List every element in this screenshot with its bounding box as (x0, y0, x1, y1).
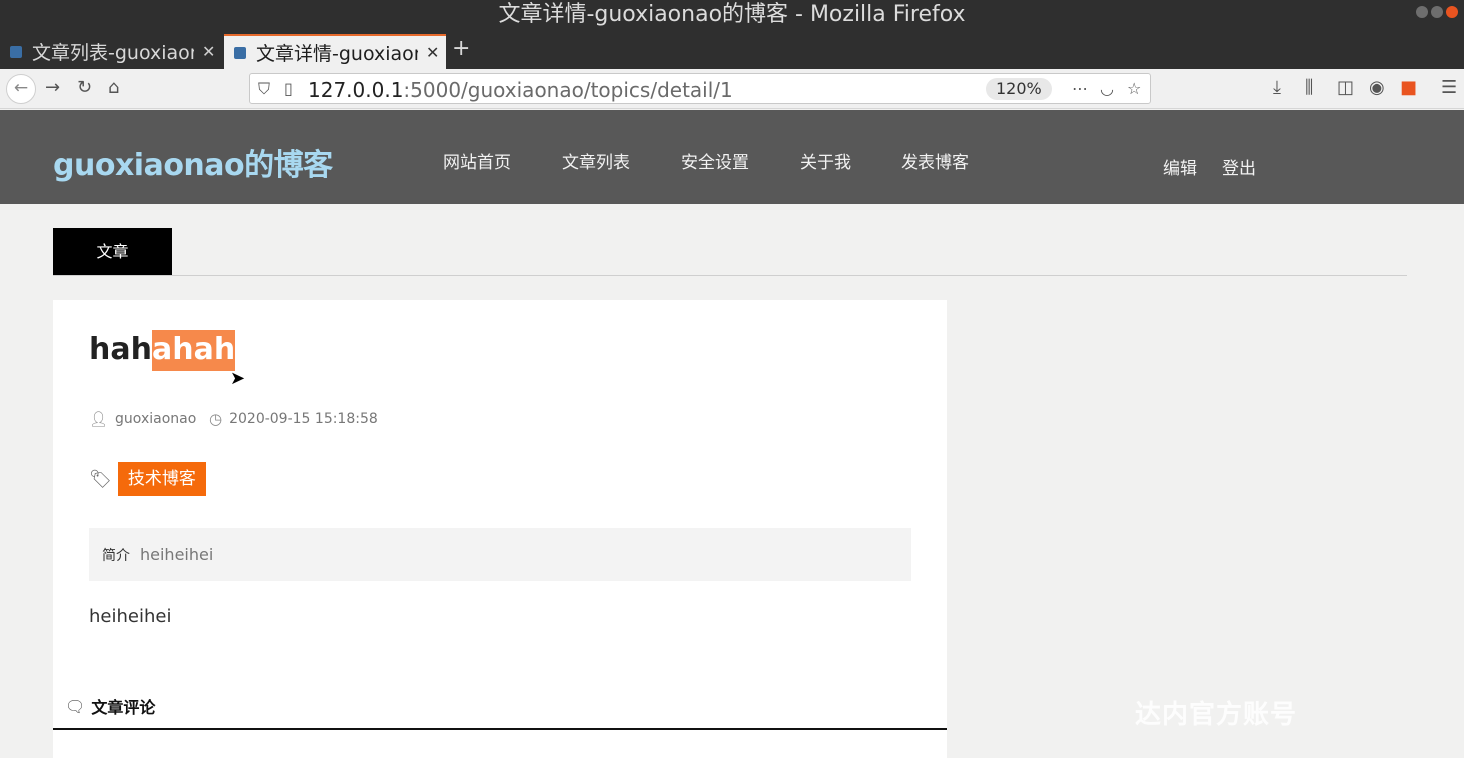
bookmark-star-icon[interactable]: ☆ (1127, 79, 1141, 98)
extension-icon[interactable]: ■ (1400, 77, 1417, 98)
window-titlebar: 文章详情-guoxiaonao的博客 - Mozilla Firefox (0, 0, 1464, 32)
account-icon[interactable]: ◉ (1369, 77, 1385, 98)
home-icon[interactable]: ⌂ (108, 77, 119, 98)
library-icon[interactable]: ⫼ (1305, 77, 1313, 98)
comments-divider (53, 728, 947, 730)
tab-article-detail[interactable]: 文章详情-guoxiaonao ✕ (224, 34, 446, 69)
article-datetime: ◷ 2020-09-15 15:18:58 (209, 410, 378, 428)
video-watermark: 达内官方账号 (1135, 700, 1298, 730)
datetime-text: 2020-09-15 15:18:58 (229, 411, 378, 427)
menu-icon[interactable]: ☰ (1441, 77, 1457, 98)
close-tab-icon[interactable]: ✕ (426, 43, 439, 62)
nav-security[interactable]: 安全设置 (681, 148, 749, 173)
sidebar-icon[interactable]: ◫ (1337, 77, 1354, 98)
section-divider (53, 275, 1407, 276)
window-controls (1416, 6, 1458, 18)
article-card: hahahah ➤ 👤︎ guoxiaonao ◷ 2020-09-15 15:… (53, 300, 947, 758)
article-author: 👤︎ guoxiaonao (89, 410, 196, 428)
article-content: heiheihei (89, 606, 172, 627)
tags-row: 🏷︎ 技术博客 (89, 462, 206, 496)
article-summary: 简介 heiheihei (89, 528, 911, 581)
url-path: :5000/guoxiaonao/topics/detail/1 (403, 78, 733, 102)
title-plain: hah (89, 332, 152, 367)
mouse-cursor-icon: ➤ (230, 368, 246, 389)
clock-icon: ◷ (209, 410, 223, 428)
site-brand[interactable]: guoxiaonao的博客 (53, 140, 333, 184)
minimize-button[interactable] (1416, 6, 1428, 18)
forward-icon[interactable]: → (45, 77, 60, 98)
speech-bubble-icon: 🗨︎ (65, 696, 86, 716)
author-name[interactable]: guoxiaonao (115, 411, 196, 427)
url-host: 127.0.0.1 (308, 78, 404, 102)
site-header: guoxiaonao的博客 网站首页 文章列表 安全设置 关于我 发表博客 编辑… (0, 110, 1464, 204)
nav-publish[interactable]: 发表博客 (901, 148, 969, 173)
title-selected-text: ahah (151, 330, 236, 371)
url-bar[interactable]: ⛉ ▯ 127.0.0.1:5000/guoxiaonao/topics/det… (249, 73, 1151, 104)
edit-link[interactable]: 编辑 (1163, 154, 1197, 179)
shield-icon[interactable]: ⛉ (258, 79, 270, 99)
tags-icon: 🏷︎ (89, 468, 112, 490)
article-title: hahahah (89, 330, 236, 371)
user-icon: 👤︎ (89, 410, 109, 428)
pocket-icon[interactable]: ◡ (1100, 79, 1114, 98)
close-tab-icon[interactable]: ✕ (202, 42, 215, 61)
tag-badge[interactable]: 技术博客 (117, 462, 206, 496)
downloads-icon[interactable]: ⤓ (1273, 77, 1281, 98)
logout-link[interactable]: 登出 (1222, 154, 1256, 179)
tab-label: 文章详情-guoxiaonao (256, 43, 418, 65)
tab-label: 文章列表-guoxiaonao (32, 42, 194, 64)
page-actions-icon[interactable]: ⋯ (1072, 79, 1088, 98)
favicon-icon (234, 46, 246, 59)
nav-about[interactable]: 关于我 (800, 148, 851, 173)
zoom-level[interactable]: 120% (986, 78, 1052, 100)
new-tab-button[interactable]: + (452, 36, 470, 61)
section-tab-article[interactable]: 文章 (53, 228, 172, 275)
tab-article-list[interactable]: 文章列表-guoxiaonao ✕ (0, 34, 222, 69)
summary-text: heiheihei (140, 545, 214, 564)
close-window-button[interactable] (1446, 6, 1458, 18)
nav-article-list[interactable]: 文章列表 (562, 148, 630, 173)
back-icon[interactable]: ← (6, 74, 36, 104)
maximize-button[interactable] (1431, 6, 1443, 18)
page-info-icon[interactable]: ▯ (284, 79, 293, 98)
comments-heading-text: 文章评论 (91, 698, 156, 717)
comments-heading: 🗨︎ 文章评论 (65, 694, 155, 718)
summary-label: 简介 (102, 548, 130, 564)
nav-home[interactable]: 网站首页 (443, 148, 511, 173)
url-text[interactable]: 127.0.0.1:5000/guoxiaonao/topics/detail/… (308, 78, 733, 102)
tab-strip: 文章列表-guoxiaonao ✕ 文章详情-guoxiaonao ✕ (0, 32, 1464, 69)
navigation-toolbar: ← → ↻ ⌂ ⛉ ▯ 127.0.0.1:5000/guoxiaonao/to… (0, 69, 1464, 109)
window-title: 文章详情-guoxiaonao的博客 - Mozilla Firefox (498, 2, 966, 27)
reload-icon[interactable]: ↻ (77, 77, 92, 98)
favicon-icon (10, 45, 22, 58)
